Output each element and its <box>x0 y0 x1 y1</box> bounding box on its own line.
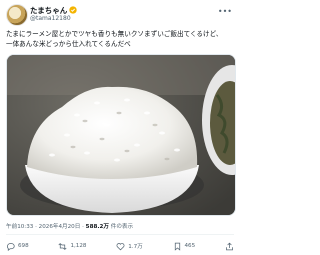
post-timestamp[interactable]: 午前10:33 · 2026年4月20日 · <box>6 224 86 230</box>
like-button[interactable]: 1.7万 <box>116 242 143 251</box>
post-text-line: たまにラーメン屋とかでツヤも香りも無いクソまずいご飯出てくるけど、 <box>6 30 223 38</box>
post-meta: 午前10:33 · 2026年4月20日 · 588.2万 件の表示 <box>6 222 133 230</box>
share-button[interactable] <box>225 242 234 251</box>
views-count: 588.2万 <box>85 224 109 230</box>
bookmark-count: 465 <box>184 243 196 249</box>
post-text-line: 一体あんな米どっから仕入れてくるんだべ <box>6 40 131 48</box>
repost-button[interactable]: 1,128 <box>58 242 86 251</box>
share-icon <box>226 242 233 250</box>
repost-icon <box>58 242 67 250</box>
author-name-text[interactable]: たまちゃん <box>30 6 67 15</box>
reply-button[interactable]: 698 <box>6 242 29 251</box>
reply-icon <box>7 242 15 251</box>
rice-bowl-photo <box>7 55 235 215</box>
post-image[interactable] <box>6 54 236 216</box>
author-handle[interactable]: @tama12180 <box>30 15 71 22</box>
bookmark-icon <box>174 242 180 251</box>
post-header: たまちゃん @tama12180 ••• <box>6 4 234 26</box>
action-bar: 698 1,128 1.7万 465 <box>6 240 234 252</box>
bookmark-button[interactable]: 465 <box>173 242 196 251</box>
like-count: 1.7万 <box>128 244 143 250</box>
post-text: たまにラーメン屋とかでツヤも香りも無いクソまずいご飯出てくるけど、 一体あんな米… <box>6 29 236 49</box>
more-options-icon[interactable]: ••• <box>218 7 232 16</box>
verified-badge-icon <box>69 6 77 14</box>
repost-count: 1,128 <box>70 243 87 249</box>
avatar[interactable] <box>6 4 28 26</box>
views-label: 件の表示 <box>108 224 134 230</box>
divider <box>6 234 234 235</box>
reply-count: 698 <box>18 243 29 249</box>
heart-icon <box>116 242 125 250</box>
